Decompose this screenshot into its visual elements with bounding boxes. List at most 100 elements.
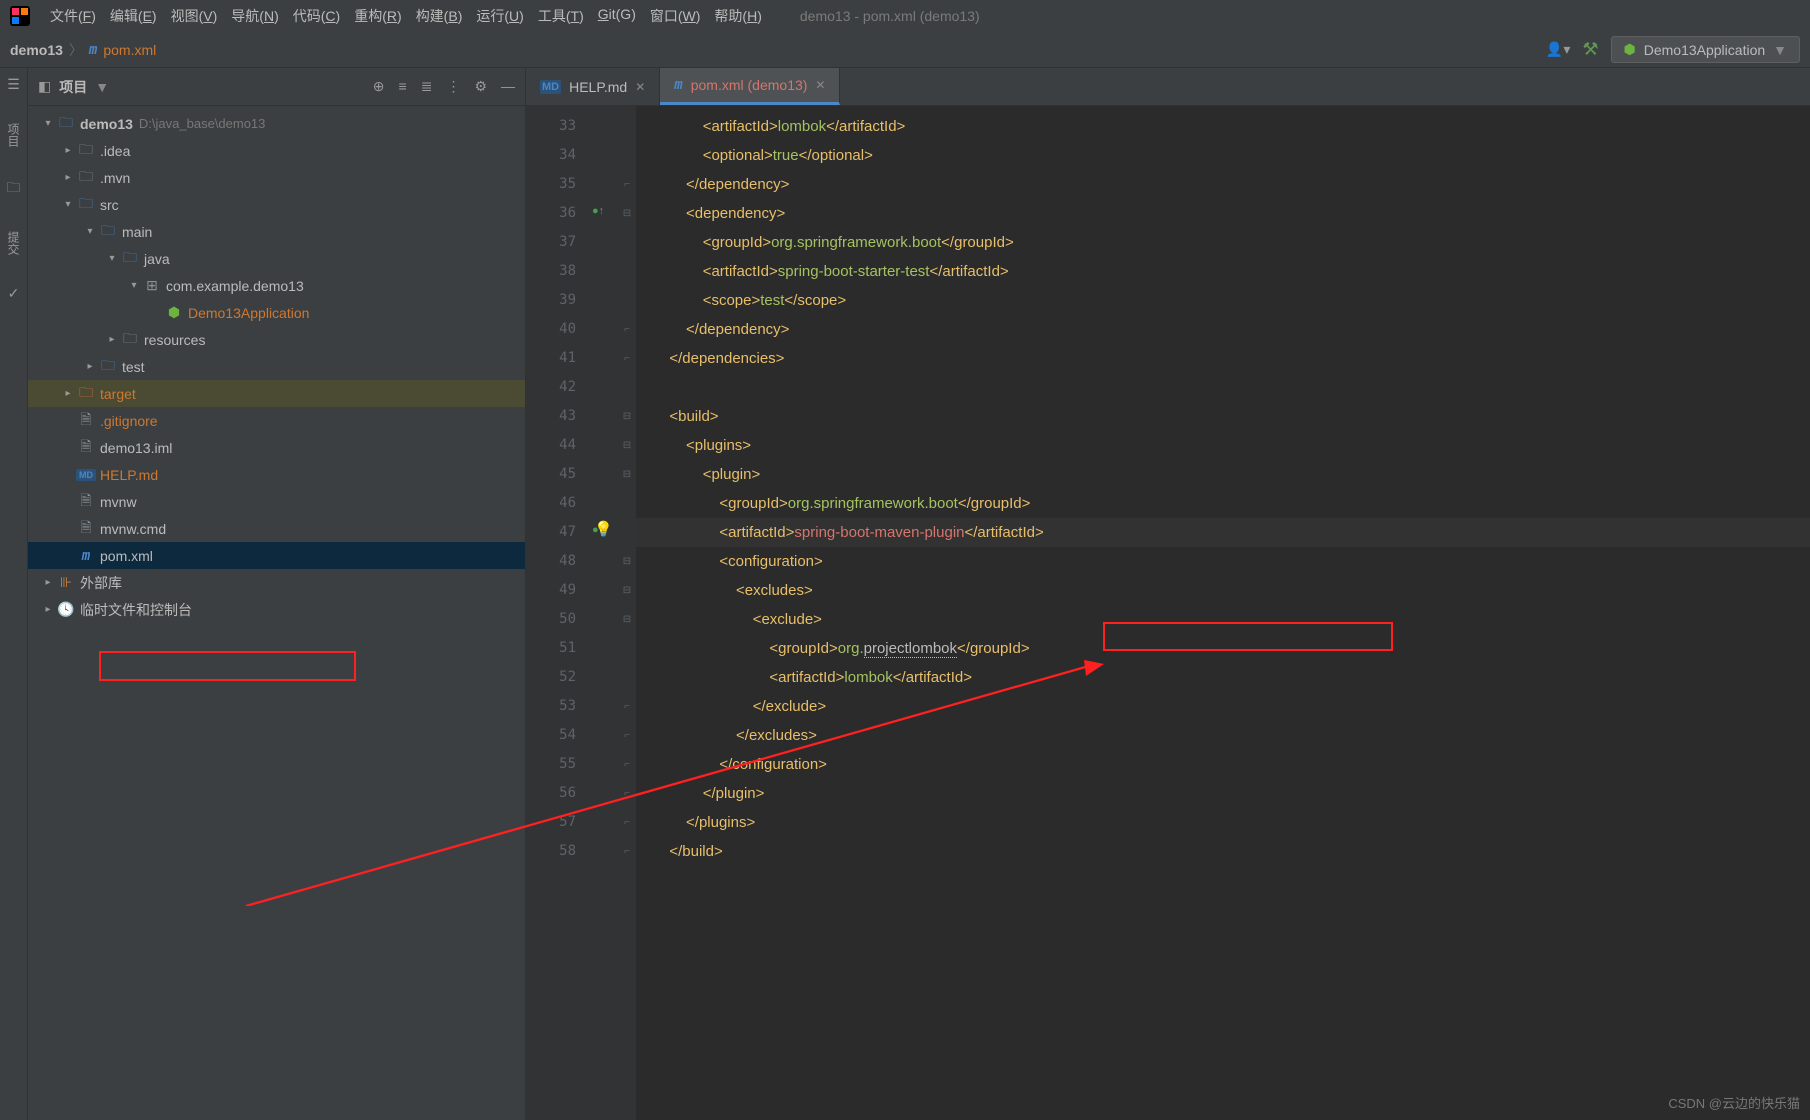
fold-icon[interactable]	[618, 373, 636, 402]
tree-row[interactable]: 🗎mvnw.cmd	[28, 515, 525, 542]
line-number[interactable]: 33	[526, 112, 588, 141]
fold-icon[interactable]	[618, 518, 636, 547]
tree-arrow-icon[interactable]	[60, 199, 76, 210]
code-content[interactable]: <artifactId>lombok</artifactId> <optiona…	[636, 106, 1810, 1120]
panel-title[interactable]: 项目	[59, 77, 87, 97]
tree-row[interactable]: 🗀resources	[28, 326, 525, 353]
code-line[interactable]: </dependencies>	[636, 344, 1810, 373]
tree-arrow-icon[interactable]	[40, 604, 56, 615]
line-number[interactable]: 43	[526, 402, 588, 431]
tree-row[interactable]: 🗀src	[28, 191, 525, 218]
tree-arrow-icon[interactable]	[60, 388, 76, 399]
menu-item[interactable]: 文件(F)	[44, 2, 102, 30]
fold-icon[interactable]	[618, 112, 636, 141]
tree-arrow-icon[interactable]	[82, 361, 98, 372]
tree-row[interactable]: 🗀.mvn	[28, 164, 525, 191]
line-number[interactable]: 56	[526, 779, 588, 808]
line-number[interactable]: 55	[526, 750, 588, 779]
code-line[interactable]: <exclude>	[636, 605, 1810, 634]
tree-arrow-icon[interactable]	[126, 280, 142, 291]
fold-icon[interactable]: ⊟	[618, 547, 636, 576]
menu-item[interactable]: 代码(C)	[287, 2, 346, 30]
editor-tab[interactable]: mpom.xml (demo13)✕	[660, 68, 840, 105]
code-line[interactable]: <artifactId>lombok</artifactId>	[636, 112, 1810, 141]
fold-icon[interactable]: ⌐	[618, 721, 636, 750]
fold-icon[interactable]: ⊟	[618, 460, 636, 489]
expand-icon[interactable]: ≡	[399, 78, 407, 95]
code-line[interactable]: <groupId>org.springframework.boot</group…	[636, 489, 1810, 518]
fold-icon[interactable]: ⌐	[618, 315, 636, 344]
fold-icon[interactable]	[618, 257, 636, 286]
menu-item[interactable]: 工具(T)	[532, 2, 590, 30]
menu-item[interactable]: 运行(U)	[470, 2, 529, 30]
line-number[interactable]: 47	[526, 518, 588, 547]
menu-item[interactable]: 编辑(E)	[104, 2, 163, 30]
menu-item[interactable]: 视图(V)	[165, 2, 224, 30]
folder-tool-icon[interactable]: 🗀	[7, 177, 21, 201]
code-line[interactable]: </configuration>	[636, 750, 1810, 779]
line-number[interactable]: 53	[526, 692, 588, 721]
rail-project-label[interactable]: 项目	[5, 123, 22, 147]
code-line[interactable]: <groupId>org.springframework.boot</group…	[636, 228, 1810, 257]
fold-icon[interactable]: ⌐	[618, 344, 636, 373]
tree-row[interactable]: 🗎.gitignore	[28, 407, 525, 434]
code-line[interactable]: <build>	[636, 402, 1810, 431]
intention-bulb-icon[interactable]: 💡	[594, 520, 613, 538]
code-line[interactable]: <scope>test</scope>	[636, 286, 1810, 315]
menu-item[interactable]: 窗口(W)	[644, 2, 707, 30]
fold-icon[interactable]: ⌐	[618, 837, 636, 866]
menu-item[interactable]: 导航(N)	[225, 2, 284, 30]
rail-commit-label[interactable]: 提交	[5, 231, 22, 255]
fold-icon[interactable]: ⌐	[618, 170, 636, 199]
tree-arrow-icon[interactable]	[60, 145, 76, 156]
run-configuration-select[interactable]: ⬢ Demo13Application ▼	[1611, 36, 1801, 63]
tree-row[interactable]: ⊪外部库	[28, 569, 525, 596]
code-line[interactable]: </dependency>	[636, 170, 1810, 199]
tree-row[interactable]: 🗀java	[28, 245, 525, 272]
project-tool-icon[interactable]: ☰	[7, 76, 20, 93]
line-number[interactable]: 45	[526, 460, 588, 489]
tree-arrow-icon[interactable]	[82, 226, 98, 237]
hide-icon[interactable]: —	[501, 78, 515, 95]
editor-body[interactable]: 3334353637383940414243444546474849505152…	[526, 106, 1810, 1120]
fold-icon[interactable]	[618, 489, 636, 518]
chevron-down-icon[interactable]: ▼	[95, 79, 109, 95]
line-number[interactable]: 49	[526, 576, 588, 605]
fold-icon[interactable]: ⌐	[618, 750, 636, 779]
fold-icon[interactable]	[618, 286, 636, 315]
fold-icon[interactable]: ⊟	[618, 431, 636, 460]
line-number[interactable]: 50	[526, 605, 588, 634]
tree-arrow-icon[interactable]	[60, 172, 76, 183]
tree-arrow-icon[interactable]	[40, 118, 56, 129]
fold-icon[interactable]	[618, 141, 636, 170]
tree-row[interactable]: 🗀demo13D:\java_base\demo13	[28, 110, 525, 137]
tree-row[interactable]: 🕓临时文件和控制台	[28, 596, 525, 623]
tree-arrow-icon[interactable]	[104, 334, 120, 345]
tree-row[interactable]: ⊞com.example.demo13	[28, 272, 525, 299]
line-number[interactable]: 52	[526, 663, 588, 692]
gear-icon[interactable]: ⚙	[474, 78, 487, 95]
line-number[interactable]: 36	[526, 199, 588, 228]
code-line[interactable]: <dependency>	[636, 199, 1810, 228]
line-number[interactable]: 51	[526, 634, 588, 663]
breadcrumb-file[interactable]: pom.xml	[103, 42, 156, 58]
menu-item[interactable]: 帮助(H)	[708, 2, 767, 30]
line-number-gutter[interactable]: 3334353637383940414243444546474849505152…	[526, 106, 588, 1120]
fold-icon[interactable]: ⌐	[618, 779, 636, 808]
code-line[interactable]: <plugin>	[636, 460, 1810, 489]
line-number[interactable]: 35	[526, 170, 588, 199]
fold-icon[interactable]	[618, 663, 636, 692]
panel-view-icon[interactable]: ◧	[38, 78, 51, 95]
line-number[interactable]: 42	[526, 373, 588, 402]
code-line[interactable]: <optional>true</optional>	[636, 141, 1810, 170]
code-line[interactable]	[636, 373, 1810, 402]
line-number[interactable]: 37	[526, 228, 588, 257]
line-number[interactable]: 48	[526, 547, 588, 576]
fold-icon[interactable]	[618, 634, 636, 663]
tree-row[interactable]: 🗀main	[28, 218, 525, 245]
tree-row[interactable]: 🗀test	[28, 353, 525, 380]
fold-icon[interactable]	[618, 228, 636, 257]
tree-row[interactable]: 🗀target	[28, 380, 525, 407]
project-tree[interactable]: 🗀demo13D:\java_base\demo13🗀.idea🗀.mvn🗀sr…	[28, 106, 525, 627]
code-line[interactable]: </exclude>	[636, 692, 1810, 721]
